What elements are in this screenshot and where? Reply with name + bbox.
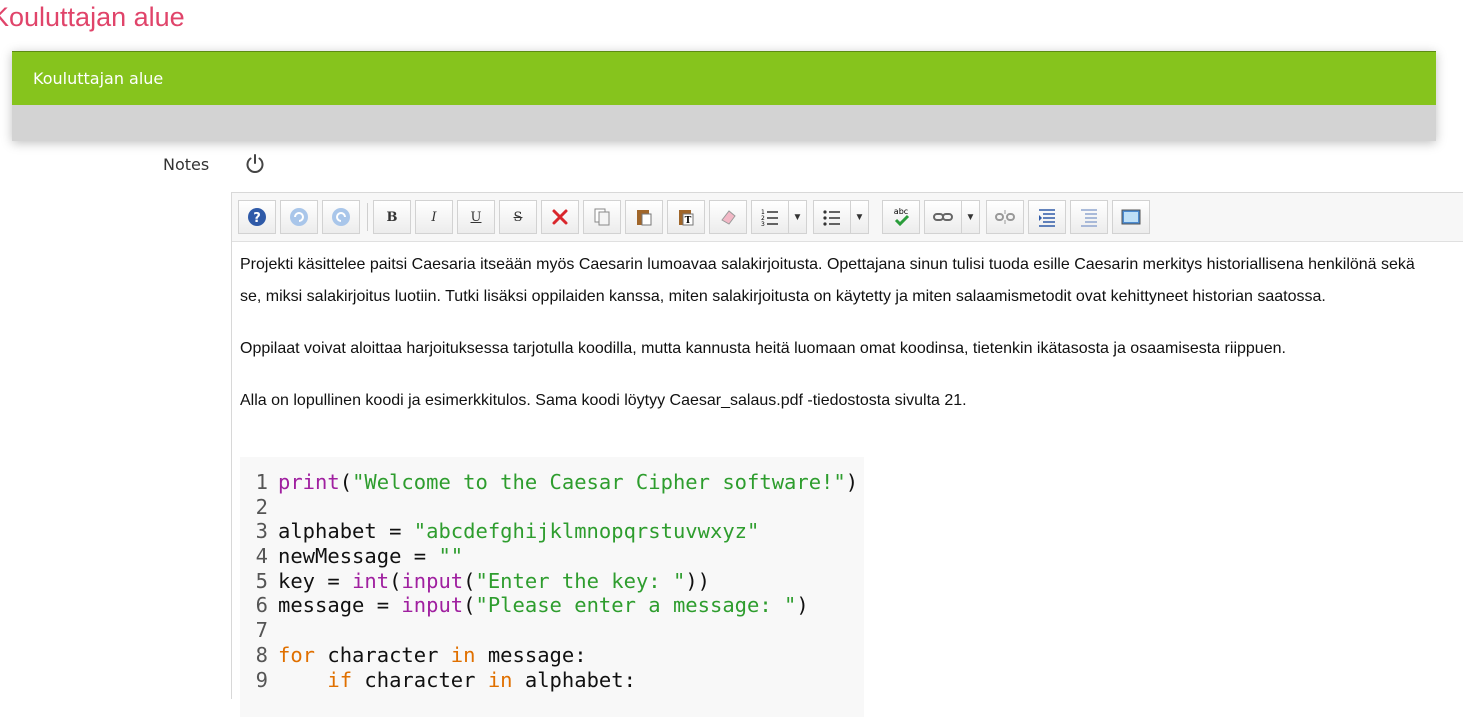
line-number: 3	[255, 519, 268, 544]
line-number: 8	[255, 642, 268, 667]
copy-icon	[594, 208, 610, 226]
toolbar-separator	[367, 203, 368, 231]
code-text: alphabet = "abcdefghijklmnopqrstuvwxyz"	[278, 519, 760, 544]
paste-button[interactable]	[625, 200, 663, 234]
image-button[interactable]	[1112, 200, 1150, 234]
paragraph-students: Oppilaat voivat aloittaa harjoituksessa …	[240, 340, 1286, 357]
numbered-list-button[interactable]: 123	[751, 200, 789, 234]
paste-icon	[637, 210, 652, 226]
svg-text:T: T	[685, 216, 692, 226]
code-line: 9 if character in alphabet:	[240, 668, 864, 693]
bullet-list-button[interactable]	[813, 200, 851, 234]
italic-button[interactable]: I	[415, 200, 453, 234]
cut-button[interactable]	[541, 200, 579, 234]
link-button[interactable]	[924, 200, 962, 234]
outdent-button[interactable]	[1070, 200, 1108, 234]
scissors-icon	[552, 209, 568, 225]
paste-text-button[interactable]: T	[667, 200, 705, 234]
spellcheck-icon: abc	[894, 207, 910, 227]
undo-button[interactable]	[280, 200, 318, 234]
line-number: 7	[255, 618, 268, 643]
eraser-icon	[721, 210, 736, 225]
numbered-list-icon: 123	[761, 209, 778, 227]
power-icon[interactable]	[243, 152, 267, 176]
unlink-icon	[995, 210, 1015, 224]
paragraph-intro: Projekti käsittelee paitsi Caesaria itse…	[240, 256, 1415, 305]
code-line: 6 message = input("Please enter a message…	[240, 593, 864, 618]
panel-subbar	[12, 105, 1436, 141]
rich-text-editor[interactable]: ? B I U S T 123 ▼ ▼ abc ▼ Projekti käsit…	[231, 192, 1463, 717]
code-text: print("Welcome to the Caesar Cipher soft…	[278, 470, 859, 494]
line-number: 2	[255, 494, 268, 519]
help-button[interactable]: ?	[238, 200, 276, 234]
underline-button[interactable]: U	[457, 200, 495, 234]
redo-icon	[332, 208, 350, 226]
code-text: if character in alphabet:	[327, 667, 636, 692]
panel-title: Kouluttajan alue	[33, 69, 164, 88]
paragraph-code-ref: Alla on lopullinen koodi ja esimerkkitul…	[240, 392, 967, 409]
code-line: 7	[240, 618, 864, 643]
redo-button[interactable]	[322, 200, 360, 234]
bullet-list-icon	[823, 210, 840, 226]
svg-text:?: ?	[253, 211, 261, 226]
line-number: 9	[255, 667, 268, 692]
line-number: 6	[255, 593, 268, 618]
remove-format-button[interactable]	[709, 200, 747, 234]
editor-content[interactable]: Projekti käsittelee paitsi Caesaria itse…	[240, 249, 1440, 417]
notes-label: Notes	[163, 155, 210, 174]
line-number: 5	[255, 568, 268, 593]
trainer-panel: Kouluttajan alue	[12, 51, 1436, 141]
code-text: key = int(input("Enter the key: "))	[278, 568, 711, 593]
spellcheck-button[interactable]: abc	[882, 200, 920, 234]
line-number: 1	[255, 470, 268, 494]
bullet-list-dropdown[interactable]: ▼	[851, 200, 869, 234]
numbered-list-dropdown[interactable]: ▼	[789, 200, 807, 234]
code-line: 3 alphabet = "abcdefghijklmnopqrstuvwxyz"	[240, 519, 864, 544]
editor-toolbar: ? B I U S T 123 ▼ ▼ abc ▼	[232, 193, 1463, 242]
unlink-button[interactable]	[986, 200, 1024, 234]
code-text: newMessage = ""	[278, 544, 464, 569]
indent-button[interactable]	[1028, 200, 1066, 234]
paste-text-icon: T	[679, 210, 694, 226]
bold-button[interactable]: B	[373, 200, 411, 234]
panel-header-bar: Kouluttajan alue	[12, 51, 1436, 106]
svg-text:3: 3	[761, 221, 765, 227]
link-icon	[933, 213, 953, 221]
outdent-icon	[1081, 209, 1097, 227]
code-line: 5 key = int(input("Enter the key: "))	[240, 569, 864, 594]
copy-button[interactable]	[583, 200, 621, 234]
code-text: message = input("Please enter a message:…	[278, 593, 809, 618]
indent-icon	[1039, 209, 1055, 227]
code-line: 1 print("Welcome to the Caesar Cipher sof…	[240, 470, 864, 495]
svg-text:abc: abc	[894, 207, 908, 216]
page-heading: Kouluttajan alue	[0, 2, 185, 32]
line-number: 4	[255, 544, 268, 569]
help-icon: ?	[248, 208, 266, 226]
code-line: 8 for character in message:	[240, 643, 864, 668]
undo-icon	[290, 208, 308, 226]
code-line: 2	[240, 495, 864, 520]
code-block: 1 print("Welcome to the Caesar Cipher sof…	[240, 457, 864, 717]
link-dropdown[interactable]: ▼	[962, 200, 980, 234]
code-text: for character in message:	[278, 642, 587, 667]
image-icon	[1121, 209, 1141, 225]
code-line: 4 newMessage = ""	[240, 544, 864, 569]
strikethrough-button[interactable]: S	[499, 200, 537, 234]
